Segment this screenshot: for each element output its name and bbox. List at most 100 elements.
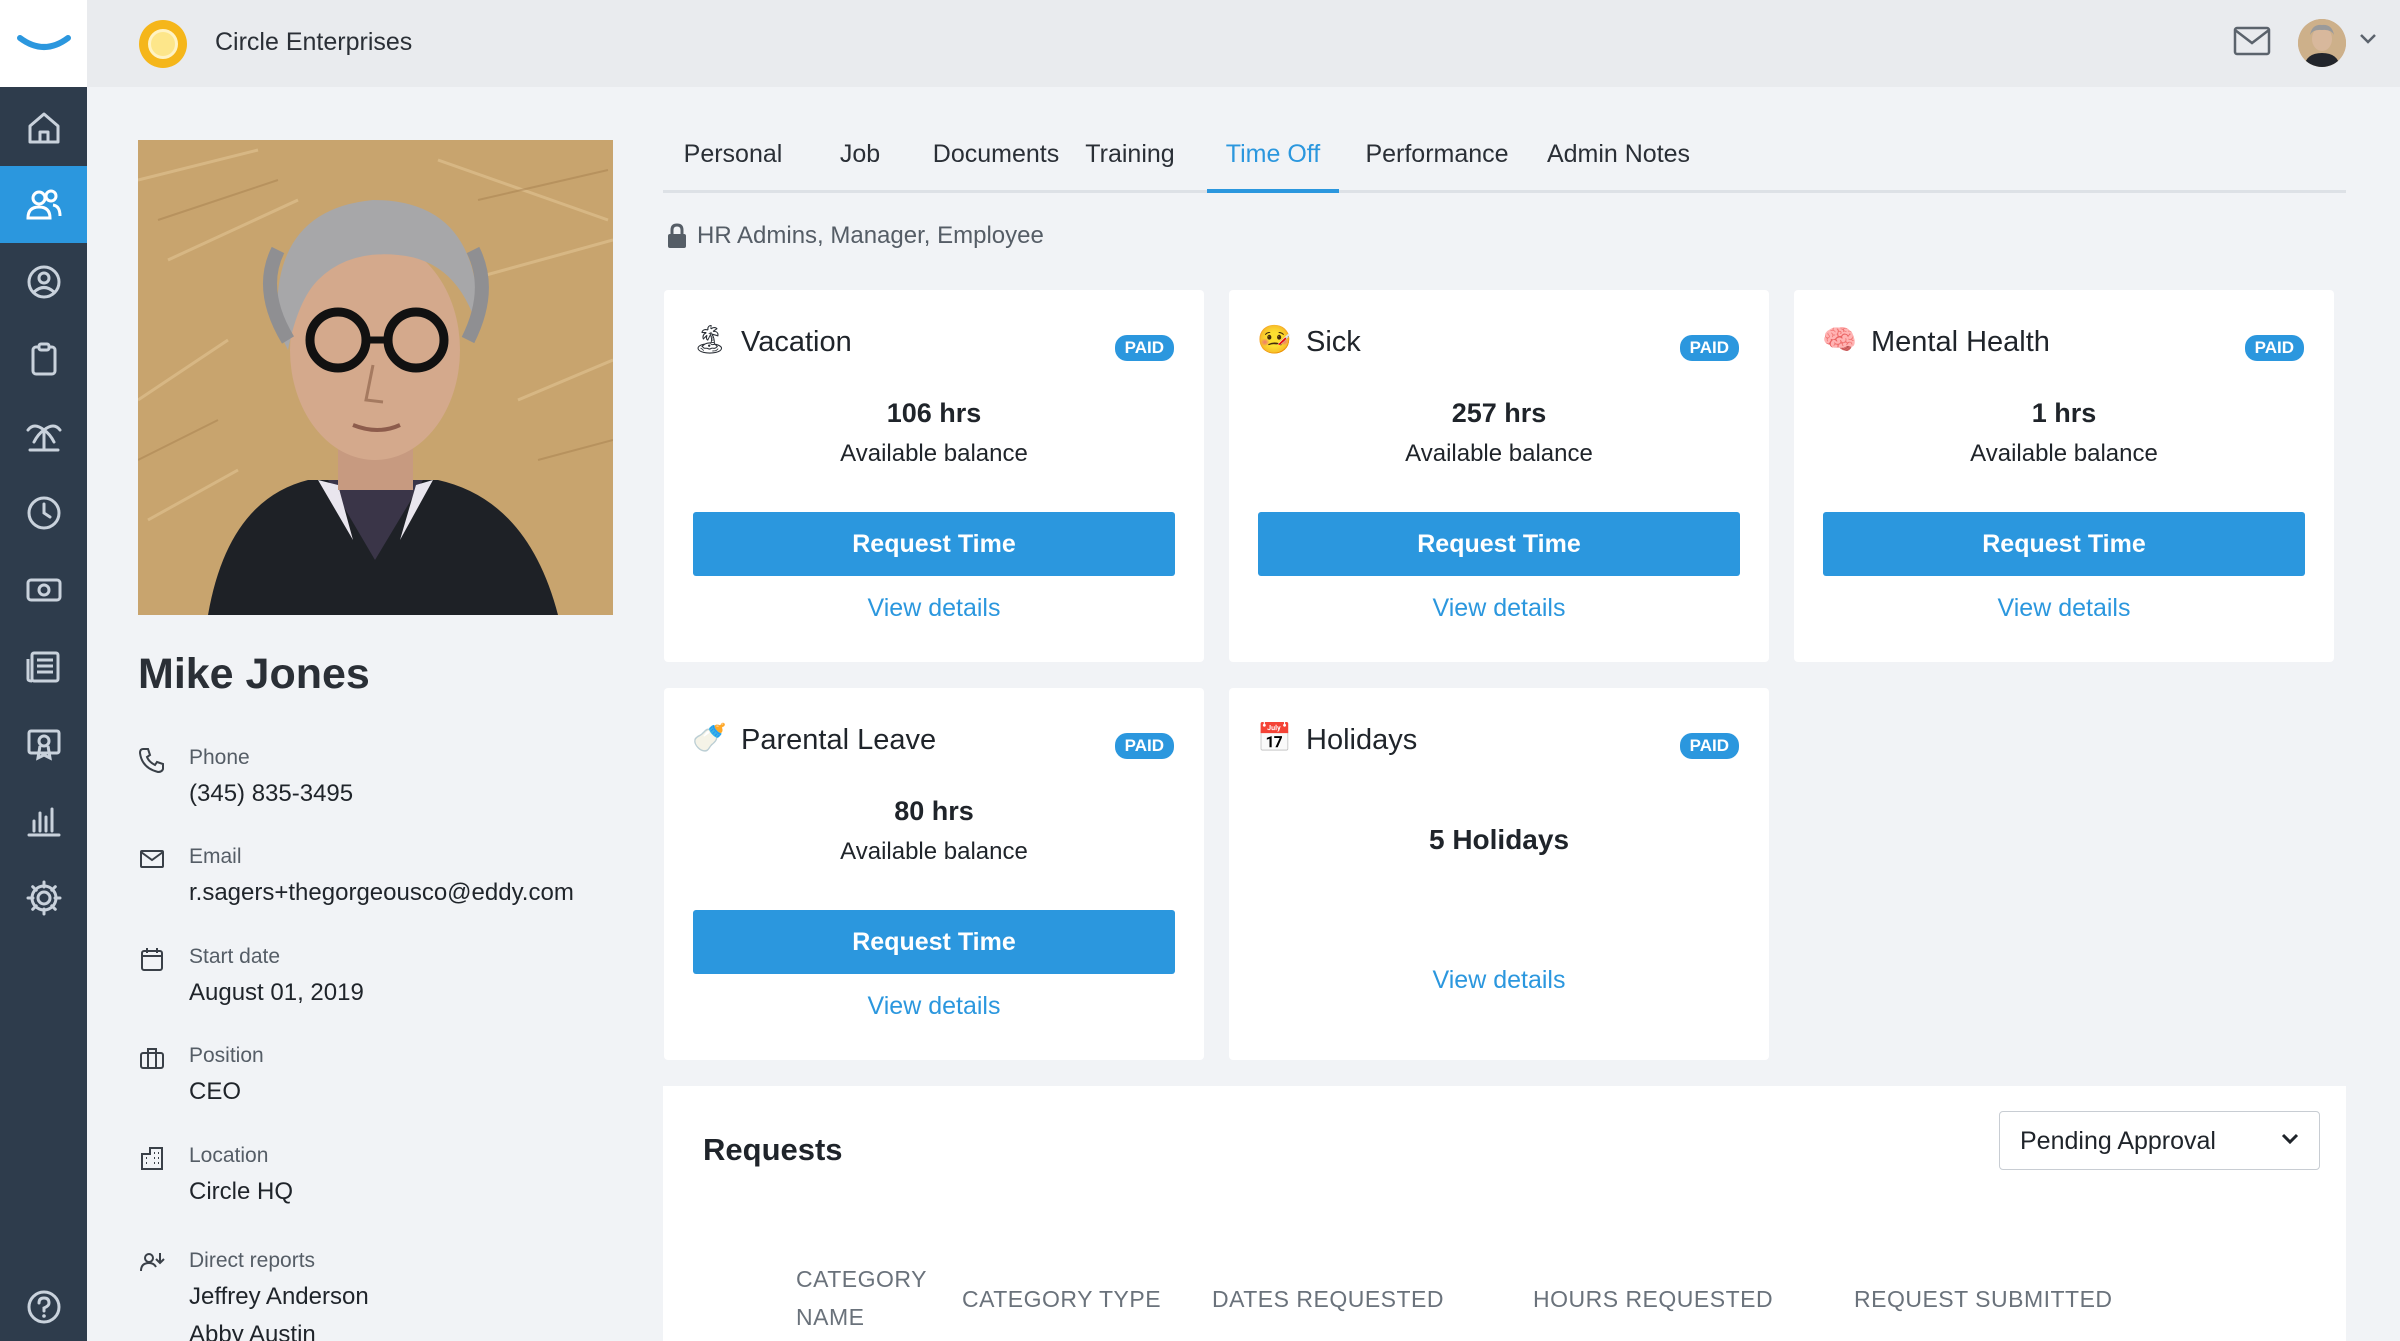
balance-label: Available balance bbox=[840, 440, 1028, 467]
nav-news[interactable] bbox=[0, 628, 87, 705]
phone-info: Phone (345) 835-3495 bbox=[138, 742, 618, 822]
nav-time-off[interactable] bbox=[0, 397, 87, 474]
direct-reports-info: Direct reports Jeffrey Anderson Abby Aus… bbox=[138, 1245, 618, 1341]
card-title: Holidays bbox=[1306, 724, 1418, 756]
email-value[interactable]: r.sagers+thegorgeousco@eddy.com bbox=[189, 879, 574, 907]
nav-tasks[interactable] bbox=[0, 320, 87, 397]
location-label: Location bbox=[189, 1144, 269, 1167]
person-arrow-icon bbox=[138, 1249, 166, 1277]
nav-help[interactable] bbox=[0, 1268, 87, 1341]
status-filter-value: Pending Approval bbox=[2020, 1127, 2216, 1155]
column-header[interactable]: CATEGORY NAME bbox=[796, 1260, 926, 1336]
tab-job[interactable]: Job bbox=[825, 140, 895, 193]
clipboard-icon bbox=[31, 342, 56, 375]
balance-hours: 257 hrs bbox=[1451, 398, 1547, 428]
lock-icon bbox=[668, 223, 686, 248]
phone-value[interactable]: (345) 835-3495 bbox=[189, 780, 353, 808]
request-time-button[interactable]: Request Time bbox=[693, 512, 1175, 576]
access-note-text: HR Admins, Manager, Employee bbox=[697, 222, 1044, 249]
location-info: Location Circle HQ bbox=[138, 1140, 618, 1220]
user-avatar[interactable] bbox=[2298, 19, 2346, 67]
balance-hours: 1 hrs bbox=[2031, 398, 2097, 428]
position-value: CEO bbox=[189, 1078, 242, 1105]
building-icon bbox=[138, 1144, 166, 1172]
column-header[interactable]: HOURS REQUESTED bbox=[1533, 1280, 1773, 1318]
view-details-link[interactable]: View details bbox=[1229, 966, 1769, 995]
left-nav-rail bbox=[0, 0, 87, 1341]
card-title: Parental Leave bbox=[741, 724, 937, 756]
mail-icon[interactable] bbox=[2233, 26, 2271, 61]
request-time-button[interactable]: Request Time bbox=[1258, 512, 1740, 576]
holidays-card: 📅 Holidays PAID 5 Holidays View details bbox=[1229, 688, 1769, 1060]
position-label: Position bbox=[189, 1044, 264, 1067]
time-off-card: 🧠 Mental Health PAID 1 hrs Available bal… bbox=[1794, 290, 2334, 662]
balance-label: Available balance bbox=[1405, 440, 1593, 467]
paid-badge: PAID bbox=[1114, 335, 1174, 361]
sick-face-icon: 🤒 bbox=[1257, 324, 1292, 355]
paid-badge: PAID bbox=[1679, 733, 1739, 759]
certificate-icon bbox=[27, 729, 60, 761]
calendar-icon bbox=[138, 945, 166, 973]
start-date-label: Start date bbox=[189, 945, 281, 968]
tab-time-off[interactable]: Time Off bbox=[1207, 140, 1339, 193]
tab-training[interactable]: Training bbox=[1075, 140, 1185, 193]
paid-badge: PAID bbox=[1114, 733, 1174, 759]
tab-documents[interactable]: Documents bbox=[931, 140, 1061, 193]
company-logo bbox=[139, 20, 187, 68]
profile-tabs: Personal Job Documents Training Time Off… bbox=[663, 130, 2346, 193]
nav-people[interactable] bbox=[0, 166, 87, 243]
nav-profile[interactable] bbox=[0, 243, 87, 320]
location-value: Circle HQ bbox=[189, 1178, 294, 1205]
profile-photo bbox=[138, 140, 613, 615]
column-header[interactable]: DATES REQUESTED bbox=[1212, 1280, 1444, 1318]
chevron-down-icon[interactable] bbox=[2359, 32, 2377, 50]
baby-bottle-icon: 🍼 bbox=[692, 722, 727, 753]
top-bar: Circle Enterprises bbox=[87, 0, 2400, 87]
direct-reports-label: Direct reports bbox=[189, 1249, 316, 1272]
paid-badge: PAID bbox=[2244, 335, 2304, 361]
tab-personal[interactable]: Personal bbox=[683, 140, 783, 193]
smile-logo-icon bbox=[16, 34, 71, 50]
request-time-button[interactable]: Request Time bbox=[1823, 512, 2305, 576]
chevron-down-icon bbox=[2281, 1132, 2299, 1150]
start-date-info: Start date August 01, 2019 bbox=[138, 941, 618, 1021]
nav-time-tracking[interactable] bbox=[0, 474, 87, 551]
request-time-button[interactable]: Request Time bbox=[693, 910, 1175, 974]
nav-training[interactable] bbox=[0, 705, 87, 782]
column-header[interactable]: REQUEST SUBMITTED bbox=[1854, 1280, 2113, 1318]
tab-performance[interactable]: Performance bbox=[1356, 140, 1518, 193]
briefcase-icon bbox=[138, 1044, 166, 1072]
news-icon bbox=[26, 651, 59, 682]
app-logo[interactable] bbox=[0, 0, 87, 87]
time-off-card: 🍼 Parental Leave PAID 80 hrs Available b… bbox=[664, 688, 1204, 1060]
direct-report-link[interactable]: Jeffrey Anderson bbox=[189, 1283, 369, 1311]
view-details-link[interactable]: View details bbox=[664, 594, 1204, 623]
tab-admin-notes[interactable]: Admin Notes bbox=[1536, 140, 1701, 193]
card-title: Sick bbox=[1306, 326, 1361, 358]
company-name: Circle Enterprises bbox=[215, 28, 413, 56]
holidays-count: 5 Holidays bbox=[1428, 824, 1570, 855]
gear-icon bbox=[26, 880, 61, 915]
view-details-link[interactable]: View details bbox=[1794, 594, 2334, 623]
view-details-link[interactable]: View details bbox=[664, 992, 1204, 1021]
time-off-card: 🏝 Vacation PAID 106 hrs Available balanc… bbox=[664, 290, 1204, 662]
nav-reports[interactable] bbox=[0, 782, 87, 859]
view-details-link[interactable]: View details bbox=[1229, 594, 1769, 623]
position-info: Position CEO bbox=[138, 1040, 618, 1120]
requests-title: Requests bbox=[703, 1132, 843, 1167]
people-icon bbox=[25, 189, 61, 219]
nav-home[interactable] bbox=[0, 89, 87, 166]
status-filter-select[interactable]: Pending Approval bbox=[1999, 1111, 2320, 1170]
nav-payroll[interactable] bbox=[0, 551, 87, 628]
card-title: Mental Health bbox=[1871, 326, 2050, 358]
column-header[interactable]: CATEGORY TYPE bbox=[962, 1280, 1161, 1318]
email-info: Email r.sagers+thegorgeousco@eddy.com bbox=[138, 841, 618, 921]
island-icon: 🏝 bbox=[692, 324, 728, 355]
clock-icon bbox=[27, 496, 60, 529]
palm-tree-icon bbox=[26, 424, 61, 451]
direct-report-link[interactable]: Abby Austin bbox=[189, 1321, 316, 1341]
employee-name: Mike Jones bbox=[138, 650, 370, 698]
nav-settings[interactable] bbox=[0, 859, 87, 936]
phone-label: Phone bbox=[189, 746, 250, 769]
calendar-icon: 📅 bbox=[1257, 722, 1292, 753]
